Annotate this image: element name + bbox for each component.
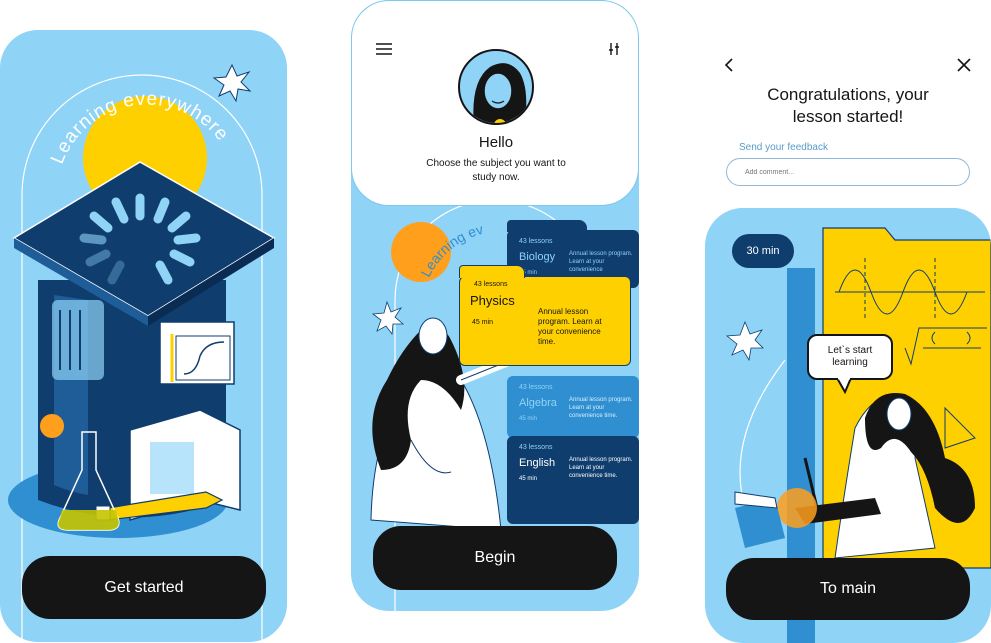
duration: 45 min bbox=[472, 319, 494, 326]
subject-card-english[interactable]: 43 lessons English 45 min Annual lesson … bbox=[507, 436, 639, 524]
profile-panel: Hello Choose the subject you want to stu… bbox=[351, 0, 639, 206]
comment-input[interactable] bbox=[726, 158, 970, 186]
subject-card-algebra[interactable]: 43 lessons Algebra 45 min Annual lesson … bbox=[507, 376, 639, 438]
speech-bubble: Let`s start learning bbox=[807, 334, 893, 380]
feedback-label: Send your feedback bbox=[739, 142, 828, 153]
card-description: Annual lesson program. Learn at your con… bbox=[569, 457, 633, 479]
close-icon[interactable] bbox=[952, 53, 976, 77]
bubble-text: Let`s start learning bbox=[827, 345, 873, 368]
lesson-count: 43 lessons bbox=[519, 444, 553, 451]
subject-title: Algebra bbox=[519, 397, 557, 409]
card-description: Annual lesson program. Learn at your con… bbox=[569, 397, 633, 419]
hamburger-menu-icon[interactable] bbox=[372, 37, 396, 61]
lesson-started-screen: 30 min Let`s start learning To main bbox=[705, 208, 991, 643]
lesson-count: 43 lessons bbox=[519, 238, 553, 245]
timer-text: 30 min bbox=[746, 245, 780, 257]
onboarding-screen: Learning everywhere Get started bbox=[0, 30, 287, 642]
get-started-button[interactable]: Get started bbox=[22, 556, 266, 619]
congrats-title: Congratulations, your lesson started! bbox=[767, 85, 929, 126]
subject-card-physics[interactable]: 43 lessons Physics 45 min Annual lesson … bbox=[459, 265, 631, 366]
card-description: Annual lesson program. Learn at your con… bbox=[569, 251, 633, 273]
to-main-button[interactable]: To main bbox=[726, 558, 970, 620]
duration: 45 min bbox=[519, 416, 538, 422]
timer-badge: 30 min bbox=[732, 234, 794, 268]
subject-title: Physics bbox=[470, 293, 515, 308]
card-description: Annual lesson program. Learn at your con… bbox=[538, 307, 602, 346]
subject-title: Biology bbox=[519, 251, 556, 263]
subject-select-screen: Learning ev 43 lessons Biology 45 min An… bbox=[351, 0, 639, 611]
subject-title: English bbox=[519, 457, 556, 469]
lesson-count: 43 lessons bbox=[474, 281, 508, 288]
duration: 45 min bbox=[519, 476, 538, 482]
chevron-left-icon[interactable] bbox=[717, 53, 741, 77]
bubble-tail bbox=[836, 378, 852, 394]
sliders-icon[interactable] bbox=[602, 37, 626, 61]
avatar bbox=[458, 49, 534, 125]
onboarding-illustration: Learning everywhere bbox=[8, 63, 276, 642]
subject-prompt: Choose the subject you want to study now… bbox=[426, 158, 566, 183]
lesson-count: 43 lessons bbox=[519, 384, 553, 391]
greeting: Hello bbox=[478, 134, 514, 151]
begin-button[interactable]: Begin bbox=[373, 526, 617, 590]
